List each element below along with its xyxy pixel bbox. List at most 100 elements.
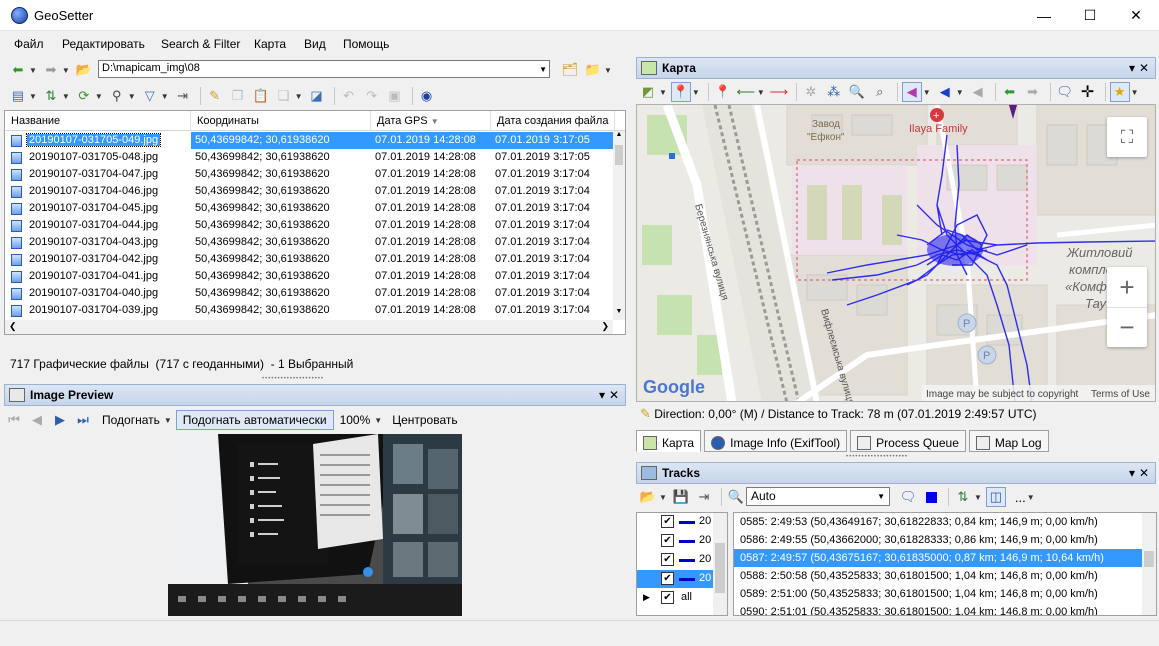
map-type-dropdown-icon[interactable]: ▼	[659, 88, 667, 97]
direction-grey-icon[interactable]: ◀	[968, 82, 988, 102]
file-row[interactable]: 20190107-031704-043.jpg 50,43699842; 30,6…	[5, 234, 615, 251]
save-track-icon[interactable]: 💾	[671, 487, 691, 507]
track-comment-icon[interactable]: 🗨	[898, 487, 918, 507]
favorites-dropdown-icon[interactable]: ▼	[604, 66, 612, 75]
folder-up-icon[interactable]: 📂	[74, 60, 94, 80]
clear-markers-icon[interactable]: ✲	[801, 82, 821, 102]
paste-dropdown-icon[interactable]: ▼	[295, 92, 303, 101]
file-row[interactable]: 20190107-031704-039.jpg 50,43699842; 30,6…	[5, 302, 615, 319]
scroll-thumb[interactable]	[615, 145, 623, 165]
zoom-select[interactable]: 100%	[334, 411, 377, 429]
track-color-dropdown-icon[interactable]: ▼	[877, 492, 885, 501]
fit-button[interactable]: Подогнать	[96, 411, 166, 429]
scroll-up-icon[interactable]: ▲	[613, 131, 625, 143]
open-track-icon[interactable]: 📂	[638, 487, 658, 507]
center-button[interactable]: Центровать	[386, 411, 463, 429]
track-point-row[interactable]: 0590: 2:51:01 (50,43525833; 30,61801500;…	[734, 603, 1142, 615]
edit-data-icon[interactable]: ✎	[205, 86, 225, 106]
redo-icon[interactable]: ↷	[362, 86, 382, 106]
menu-help[interactable]: Помощь	[343, 37, 389, 51]
track-point-row[interactable]: 0588: 2:50:58 (50,43525833; 30,61801500;…	[734, 567, 1142, 585]
track-sort-icon[interactable]: ⇅	[953, 487, 973, 507]
tracks-panel-close-icon[interactable]: ✕	[1139, 466, 1149, 480]
menu-map[interactable]: Карта	[254, 37, 286, 51]
file-row[interactable]: 20190107-031704-047.jpg 50,43699842; 30,6…	[5, 166, 615, 183]
file-row[interactable]: 20190107-031705-049.jpg 50,43699842; 30,6…	[5, 132, 615, 149]
close-button[interactable]: ✕	[1113, 0, 1159, 31]
zoom-dropdown-icon[interactable]: ▼	[374, 416, 382, 425]
favorites-folder-icon[interactable]: 📁	[583, 60, 603, 80]
binoculars-dropdown-icon[interactable]: ▼	[128, 92, 136, 101]
scroll-right-icon[interactable]: ❯	[601, 321, 609, 332]
file-row[interactable]: 20190107-031705-048.jpg 50,43699842; 30,6…	[5, 149, 615, 166]
panel-close-icon[interactable]: ✕	[609, 388, 619, 402]
menu-file[interactable]: Файл	[14, 37, 44, 51]
sort-dropdown-icon[interactable]: ▼	[62, 92, 70, 101]
zoom-in-icon[interactable]: +	[1107, 267, 1147, 307]
refresh-dropdown-icon[interactable]: ▼	[95, 92, 103, 101]
direction-blue-dropdown-icon[interactable]: ▼	[956, 88, 964, 97]
prev-marker-icon[interactable]: ⬅	[1000, 82, 1020, 102]
next-image-icon[interactable]: ▶	[50, 410, 70, 430]
fullscreen-icon[interactable]: ⛶	[1107, 117, 1147, 157]
file-row[interactable]: 20190107-031704-045.jpg 50,43699842; 30,6…	[5, 200, 615, 217]
filter-dropdown-icon[interactable]: ▼	[161, 92, 169, 101]
map-type-icon[interactable]: ◩	[638, 82, 658, 102]
direction-dropdown-icon[interactable]: ▼	[923, 88, 931, 97]
zoom-out-icon[interactable]: −	[1107, 307, 1147, 347]
track-checkbox[interactable]: ✔	[661, 572, 674, 585]
track-select-icon[interactable]: ⇥	[694, 487, 714, 507]
map-view[interactable]: + P P Завод "Ефкон" Ilaya Family Житлови…	[636, 104, 1156, 402]
forward-dropdown-icon[interactable]: ▼	[62, 66, 70, 75]
zoom-to-location-icon[interactable]: ⌕	[870, 82, 890, 102]
split-view-icon[interactable]: ◫	[985, 487, 1006, 507]
panel-menu-icon[interactable]: ▾	[599, 388, 605, 402]
search-location-icon[interactable]: 🔍	[847, 82, 867, 102]
forward-arrow-icon[interactable]: ➡	[41, 60, 61, 80]
column-created-date[interactable]: Дата создания файла	[491, 111, 615, 131]
menu-search-filter[interactable]: Search & Filter	[161, 37, 240, 51]
marker-to-file-icon[interactable]: ⟶	[769, 82, 789, 102]
view-mode-dropdown-icon[interactable]: ▼	[29, 92, 37, 101]
track-checkbox[interactable]: ✔	[661, 515, 674, 528]
column-coordinates[interactable]: Координаты	[191, 111, 371, 131]
first-image-icon[interactable]: ⏮	[4, 410, 24, 430]
track-checkbox[interactable]: ✔	[661, 591, 674, 604]
marker-mode-icon[interactable]: 📍	[670, 82, 691, 102]
favorites-star-icon[interactable]: ★	[1109, 82, 1130, 102]
file-row[interactable]: 20190107-031704-044.jpg 50,43699842; 30,6…	[5, 217, 615, 234]
column-gps-date[interactable]: Дата GPS ▼	[371, 111, 491, 131]
splitter-grip-right[interactable]: ••••••••••••••••••••	[846, 454, 908, 460]
track-point-row[interactable]: 0585: 2:49:53 (50,43649167; 30,61822833;…	[734, 513, 1142, 531]
copy-icon[interactable]: ❐	[228, 86, 248, 106]
track-checkbox[interactable]: ✔	[661, 534, 674, 547]
back-arrow-icon[interactable]: ⬅	[8, 60, 28, 80]
open-folder-icon[interactable]: 🗂	[560, 60, 580, 80]
track-point-row[interactable]: 0587: 2:49:57 (50,43675167; 30,61835000;…	[734, 549, 1142, 567]
binoculars-icon[interactable]: ⚲	[107, 86, 127, 106]
points-vscrollbar[interactable]	[1142, 513, 1156, 615]
tab-image-info[interactable]: Image Info (ExifTool)	[704, 430, 848, 452]
globe-icon[interactable]: ◉	[417, 86, 437, 106]
track-color-select[interactable]: Auto ▼	[746, 487, 890, 506]
last-image-icon[interactable]: ⏭	[73, 410, 93, 430]
more-options-button[interactable]: ...	[1015, 487, 1026, 507]
map-terms-link[interactable]: Terms of Use	[1091, 389, 1150, 400]
comment-icon[interactable]: 🗨	[1055, 82, 1075, 102]
tracks-vscrollbar[interactable]	[713, 513, 727, 615]
map-panel-close-icon[interactable]: ✕	[1139, 61, 1149, 75]
show-all-markers-icon[interactable]: ⁂	[824, 82, 844, 102]
back-dropdown-icon[interactable]: ▼	[29, 66, 37, 75]
file-row[interactable]: 20190107-031704-046.jpg 50,43699842; 30,6…	[5, 183, 615, 200]
open-track-dropdown-icon[interactable]: ▼	[659, 493, 667, 502]
fit-auto-button[interactable]: Подогнать автоматически	[175, 410, 334, 430]
file-list-hscrollbar[interactable]: ❮ ❯	[5, 320, 613, 334]
marker-mode-dropdown-icon[interactable]: ▼	[692, 88, 700, 97]
track-search-icon[interactable]: 🔍	[726, 487, 746, 507]
splitter-grip[interactable]: ••••••••••••••••••••	[262, 376, 324, 382]
expand-arrow-icon[interactable]: ▶	[643, 592, 650, 603]
file-row[interactable]: 20190107-031704-040.jpg 50,43699842; 30,6…	[5, 285, 615, 302]
tracks-scroll-thumb[interactable]	[715, 543, 725, 593]
scroll-down-icon[interactable]: ▼	[613, 308, 625, 320]
more-options-dropdown-icon[interactable]: ▼	[1027, 493, 1035, 502]
